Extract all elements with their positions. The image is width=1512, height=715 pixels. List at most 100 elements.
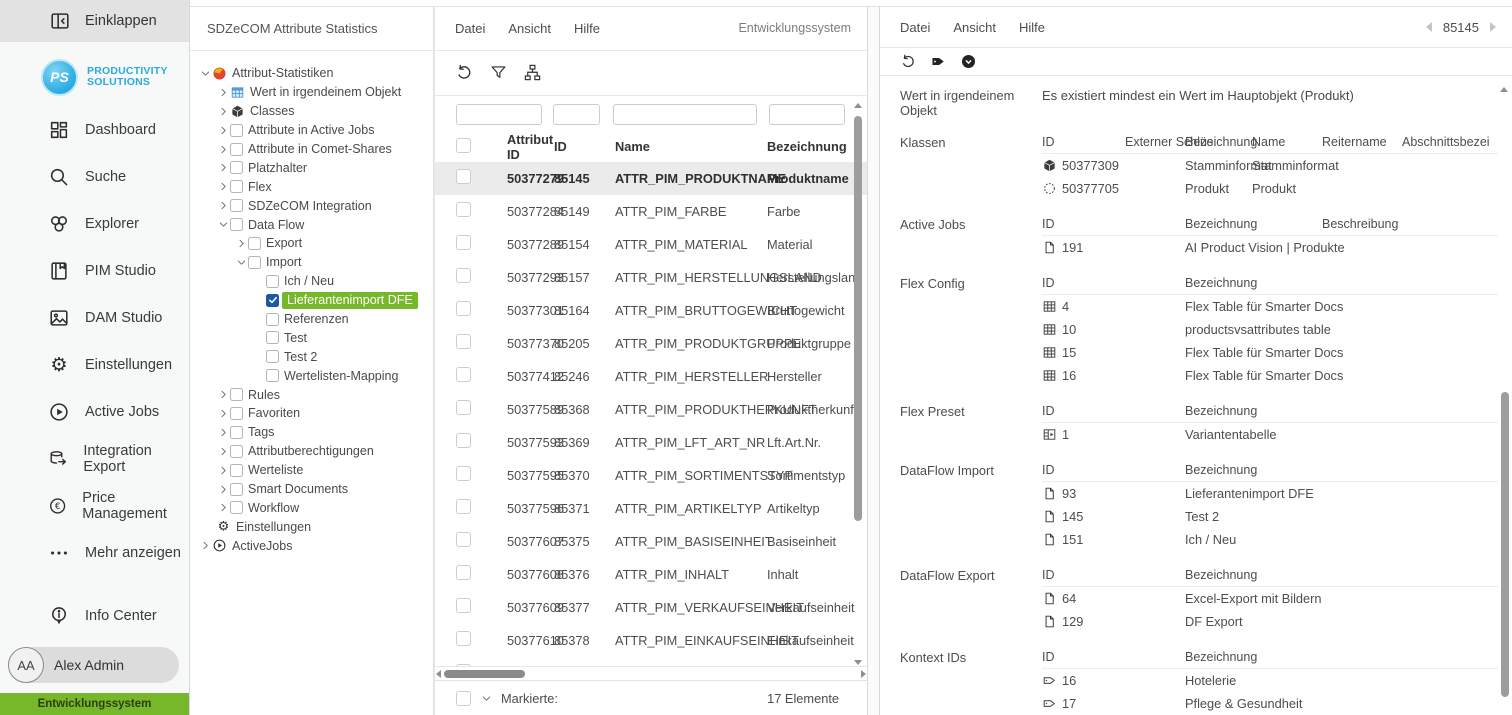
tree-checkbox[interactable] <box>230 483 243 496</box>
scroll-down-arrow[interactable] <box>854 660 862 665</box>
table-row[interactable]: 5037727985145ATTR_PIM_PRODUKTNAMEProdukt… <box>435 162 867 195</box>
tree-checkbox[interactable] <box>266 369 279 382</box>
tree-checkbox[interactable] <box>230 407 243 420</box>
menu-hilfe[interactable]: Hilfe <box>1019 20 1045 35</box>
caret-down-icon[interactable] <box>479 691 493 705</box>
scroll-left-arrow[interactable] <box>436 670 441 678</box>
hierarchy-icon[interactable] <box>523 63 542 82</box>
tree-checkbox[interactable] <box>266 275 279 288</box>
section-row[interactable]: 191AI Product Vision | Produkte <box>1042 236 1498 259</box>
table-row[interactable]: 5037760885376ATTR_PIM_INHALTInhalt <box>435 558 867 591</box>
sidebar-item-suche[interactable]: Suche <box>0 153 189 200</box>
previous-record-arrow[interactable] <box>1426 22 1432 32</box>
tree-item[interactable]: Attributberechtigungen <box>190 442 433 461</box>
filter-input-2[interactable] <box>553 104 600 125</box>
circle-caret-icon[interactable] <box>960 53 977 70</box>
sidebar-item-active-jobs[interactable]: Active Jobs <box>0 388 189 435</box>
tree-item[interactable]: Attribut-Statistiken <box>190 64 433 83</box>
tree-checkbox[interactable] <box>230 218 243 231</box>
table-row[interactable]: 5037761385414ATTR_PIM_SONSTIG_BILSonstig… <box>435 657 867 667</box>
section-row[interactable]: 93Lieferantenimport DFE <box>1042 482 1498 505</box>
section-row[interactable]: 15Flex Table für Smarter Docs <box>1042 341 1498 364</box>
table-row[interactable]: 5037759385369ATTR_PIM_LFT_ART_NRLft.Art.… <box>435 426 867 459</box>
tree-item[interactable]: Wert in irgendeinem Objekt <box>190 83 433 102</box>
chevron-right-icon[interactable] <box>216 406 230 420</box>
menu-datei[interactable]: Datei <box>900 20 930 35</box>
tree-checkbox[interactable] <box>248 256 261 269</box>
table-row[interactable]: 5037730185164ATTR_PIM_BRUTTOGEWICHTBrutt… <box>435 294 867 327</box>
section-row[interactable]: 145Test 2 <box>1042 505 1498 528</box>
tree-item[interactable]: Ich / Neu <box>190 272 433 291</box>
chevron-right-icon[interactable] <box>216 501 230 515</box>
tree-item[interactable]: Data Flow <box>190 215 433 234</box>
menu-datei[interactable]: Datei <box>455 21 485 36</box>
menu-ansicht[interactable]: Ansicht <box>953 20 996 35</box>
section-row[interactable]: 16Hotelerie <box>1042 669 1498 692</box>
refresh-icon[interactable] <box>900 53 917 70</box>
section-row[interactable]: 151Ich / Neu <box>1042 528 1498 551</box>
brand-logo[interactable]: PS PRODUCTIVITY SOLUTIONS <box>0 48 189 106</box>
sidebar-item-pim-studio[interactable]: PIM Studio <box>0 247 189 294</box>
tree-checkbox[interactable] <box>230 445 243 458</box>
tree-item[interactable]: ⚙Einstellungen <box>190 517 433 536</box>
tag-filled-icon[interactable] <box>930 53 947 70</box>
table-row[interactable]: 5037737085205ATTR_PIM_PRODUKTGRUPPEProdu… <box>435 327 867 360</box>
vertical-scrollbar[interactable] <box>853 103 863 665</box>
sidebar-item-price-management[interactable]: €Price Management <box>0 482 189 529</box>
menu-ansicht[interactable]: Ansicht <box>508 21 551 36</box>
sidebar-item-integration-export[interactable]: Integration Export <box>0 435 189 482</box>
row-checkbox[interactable] <box>456 202 471 217</box>
chevron-right-icon[interactable] <box>216 123 230 137</box>
tree-item[interactable]: Test 2 <box>190 347 433 366</box>
chevron-right-icon[interactable] <box>216 444 230 458</box>
tree-checkbox[interactable] <box>266 313 279 326</box>
tree-checkbox[interactable] <box>230 199 243 212</box>
chevron-right-icon[interactable] <box>216 482 230 496</box>
tree-item[interactable]: SDZeCOM Integration <box>190 196 433 215</box>
scroll-up-arrow[interactable] <box>854 103 862 108</box>
tree-item[interactable]: Workflow <box>190 498 433 517</box>
row-checkbox[interactable] <box>456 565 471 580</box>
tree-item[interactable]: Classes <box>190 102 433 121</box>
tree-item[interactable]: Flex <box>190 177 433 196</box>
tree-checkbox[interactable] <box>230 180 243 193</box>
table-row[interactable]: 5037759685371ATTR_PIM_ARTIKELTYPArtikelt… <box>435 492 867 525</box>
tree-checkbox[interactable] <box>266 331 279 344</box>
sidebar-item-explorer[interactable]: Explorer <box>0 200 189 247</box>
table-row[interactable]: 5037760785375ATTR_PIM_BASISEINHEITBasise… <box>435 525 867 558</box>
refresh-icon[interactable] <box>455 63 474 82</box>
chevron-right-icon[interactable] <box>216 388 230 402</box>
row-checkbox[interactable] <box>456 433 471 448</box>
tree-item[interactable]: Attribute in Active Jobs <box>190 121 433 140</box>
horizontal-scroll-thumb[interactable] <box>444 670 525 678</box>
sidebar-item-dam-studio[interactable]: DAM Studio <box>0 294 189 341</box>
tree-item[interactable]: Attribute in Comet-Shares <box>190 140 433 159</box>
table-row[interactable]: 5037761085378ATTR_PIM_EINKAUFSEINHEITEin… <box>435 624 867 657</box>
tree-checkbox[interactable] <box>230 143 243 156</box>
row-checkbox[interactable] <box>456 169 471 184</box>
tree-checkbox[interactable] <box>230 426 243 439</box>
tree-item[interactable]: Rules <box>190 385 433 404</box>
sidebar-item-einstellungen[interactable]: ⚙Einstellungen <box>0 341 189 388</box>
filter-input-4[interactable] <box>769 104 845 125</box>
sidebar-item-info-center[interactable]: Info Center <box>0 592 189 639</box>
table-row[interactable]: 5037760985377ATTR_PIM_VERKAUFSEINHEITVer… <box>435 591 867 624</box>
tree-item[interactable]: Platzhalter <box>190 158 433 177</box>
sidebar-item-mehr-anzeigen[interactable]: Mehr anzeigen <box>0 529 189 576</box>
tree-item[interactable]: Import <box>190 253 433 272</box>
tree-checkbox[interactable] <box>230 501 243 514</box>
row-checkbox[interactable] <box>456 631 471 646</box>
tree-item[interactable]: Lieferantenimport DFE <box>190 291 433 310</box>
row-checkbox[interactable] <box>456 301 471 316</box>
tree-item[interactable]: Referenzen <box>190 310 433 329</box>
tree-checkbox[interactable] <box>266 350 279 363</box>
tree-checkbox[interactable] <box>230 464 243 477</box>
filter-input-1[interactable] <box>456 104 542 125</box>
chevron-down-icon[interactable] <box>234 255 248 269</box>
row-checkbox[interactable] <box>456 532 471 547</box>
footer-checkbox[interactable] <box>456 691 471 706</box>
detail-scroll-up-arrow[interactable] <box>1500 87 1508 92</box>
section-row[interactable]: 10productsvsattributes table <box>1042 318 1498 341</box>
tree-checkbox[interactable] <box>230 161 243 174</box>
chevron-right-icon[interactable] <box>216 199 230 213</box>
